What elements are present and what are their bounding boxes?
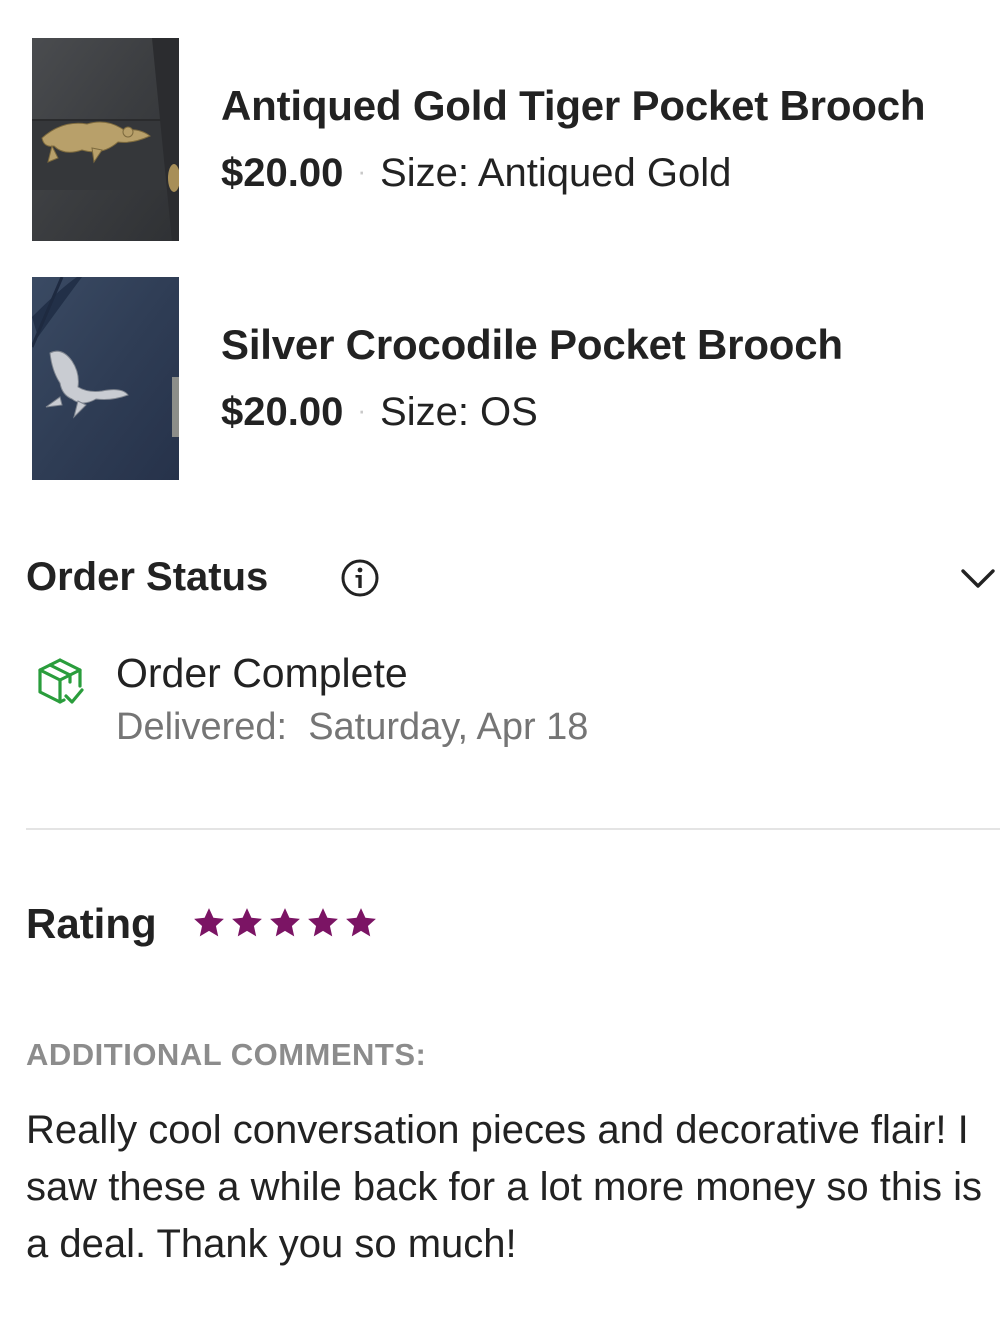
rating-stars [192,902,378,946]
tiger-brooch-image[interactable] [32,38,179,241]
chevron-down-icon[interactable] [960,563,996,593]
item-size: Size: OS [380,390,538,434]
rating-row: Rating [26,898,626,958]
item-title[interactable]: Antiqued Gold Tiger Pocket Brooch [221,82,926,130]
separator-dot: · [357,395,367,425]
crocodile-brooch-image[interactable] [32,277,179,480]
order-status-row: Order Complete Delivered: Saturday, Apr … [26,650,986,760]
divider [26,828,1000,830]
order-status-header[interactable]: Order Status [26,553,1000,603]
star-icon [270,908,300,937]
order-status-text: Order Complete [116,650,408,696]
star-icon [194,908,224,937]
item-price: $20.00 [221,151,344,195]
rating-label: Rating [26,900,157,947]
info-icon[interactable] [340,558,380,598]
review-comment: Really cool conversation pieces and deco… [26,1108,982,1266]
star-icon [346,908,376,937]
item-title[interactable]: Silver Crocodile Pocket Brooch [221,321,843,369]
star-icon [308,908,338,937]
box-check-icon [38,658,84,704]
item-price: $20.00 [221,390,344,434]
order-item[interactable]: Antiqued Gold Tiger Pocket Brooch $20.00… [0,38,1000,241]
separator-dot: · [357,156,367,186]
item-meta: $20.00 · Size: Antiqued Gold [221,151,731,196]
delivered-date: Delivered: Saturday, Apr 18 [116,706,589,748]
item-size: Size: Antiqued Gold [380,151,732,195]
star-icon [232,908,262,937]
item-meta: $20.00 · Size: OS [221,390,538,435]
order-status-title: Order Status [26,555,269,599]
additional-comments-label: ADDITIONAL COMMENTS: [26,1037,427,1072]
order-item[interactable]: Silver Crocodile Pocket Brooch $20.00 · Si… [0,277,1000,480]
